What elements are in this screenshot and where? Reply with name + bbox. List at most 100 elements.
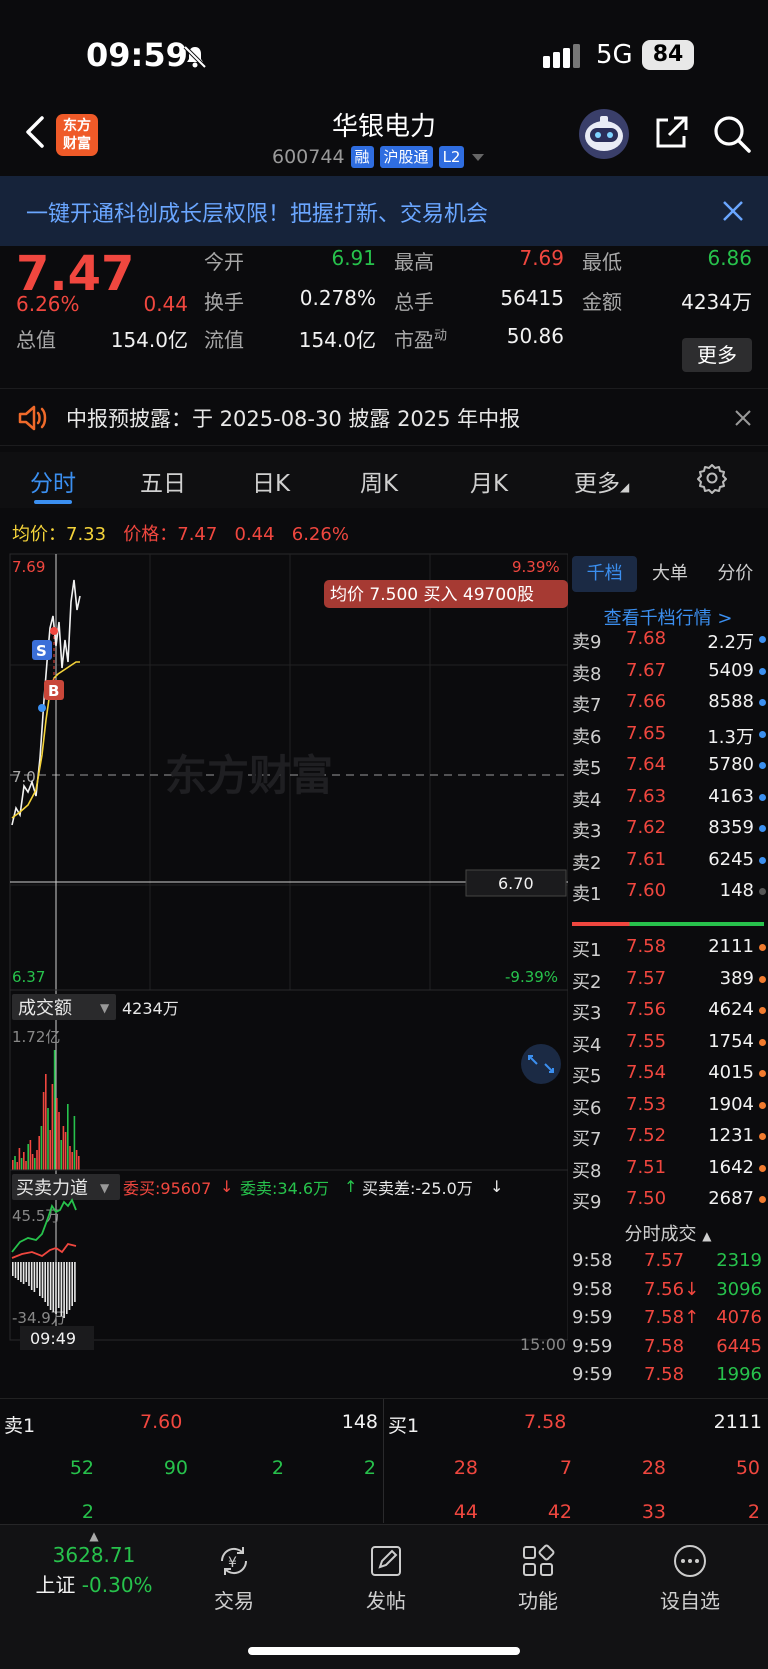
ask-row[interactable]: 卖4 7.63 4163 [572, 782, 768, 813]
close-icon[interactable] [734, 409, 752, 427]
price-line [11, 579, 81, 826]
force-bar [49, 1262, 52, 1310]
intraday-chart[interactable]: 东方财富 7.69 9.39% 7.0 6.37 -9.39% 6.70 S B… [0, 550, 568, 1390]
buy-marker-label: B [48, 682, 59, 700]
level-label: 卖6 [572, 726, 602, 748]
level-price: 7.62 [626, 817, 667, 838]
tick-price: 7.57 [644, 1250, 685, 1271]
report-notice[interactable]: 中报预披露：于 2025-08-30 披露 2025 年中报 [0, 388, 768, 446]
ask-row[interactable]: 卖1 7.60 148 [572, 876, 768, 907]
tab-five-day[interactable]: 五日 [140, 464, 186, 498]
tick-row: 9:58 7.57 2319 [572, 1248, 768, 1278]
float-cap-label: 流值 [204, 328, 244, 352]
close-icon[interactable] [720, 198, 746, 224]
ask1-price: 7.60 [140, 1411, 183, 1433]
bid-row[interactable]: 买5 7.54 4015 [572, 1058, 768, 1089]
volume-bar [51, 1084, 54, 1170]
level-volume: 2.2万 [707, 632, 754, 653]
force-max-label: 45.5万 [12, 1207, 60, 1225]
nav-post[interactable]: 发帖 [336, 1543, 436, 1614]
volume-bar [45, 1074, 47, 1170]
status-bar: 09:59 5G 84 [0, 0, 768, 100]
bid-row[interactable]: 买3 7.56 4624 [572, 995, 768, 1026]
volume-label: 成交额 [18, 998, 72, 1019]
volume-value: 4234万 [122, 999, 179, 1018]
price-value: 7.47 [177, 524, 218, 545]
bid-row[interactable]: 买7 7.52 1231 [572, 1121, 768, 1152]
open-label: 今开 [204, 250, 244, 274]
bid-queue-item: 2 [747, 1501, 760, 1523]
index-ticker[interactable]: ▲ 3628.71 上证 -0.30% [24, 1529, 164, 1598]
level-price: 7.66 [626, 691, 667, 712]
tag-level2: L2 [438, 146, 465, 168]
tick-row: 9:59 7.58↑ 4076 [572, 1305, 768, 1335]
tick-volume: 4076 [716, 1307, 762, 1328]
ask-row[interactable]: 卖7 7.66 8588 [572, 687, 768, 718]
divider [383, 1399, 384, 1523]
tab-big-order[interactable]: 大单 [637, 556, 702, 592]
level-volume: 2111 [708, 936, 754, 957]
index-caret-icon: ▲ [89, 1529, 99, 1543]
bid-row[interactable]: 买8 7.51 1642 [572, 1153, 768, 1184]
battery-icon: 84 [642, 40, 694, 70]
promo-banner[interactable]: 一键开通科创成长层权限！把握打新、交易机会 [0, 176, 768, 246]
nav-functions[interactable]: 功能 [488, 1543, 588, 1614]
bid-queue-item: 7 [559, 1457, 572, 1479]
more-button[interactable]: 更多 [682, 338, 752, 372]
tab-monthly-k[interactable]: 月K [470, 464, 508, 498]
ask-row[interactable]: 卖8 7.67 5409 [572, 656, 768, 687]
tab-more[interactable]: 更多◢ [574, 464, 629, 498]
volume-bar [42, 1092, 45, 1170]
home-indicator [248, 1647, 520, 1655]
ticks-title[interactable]: 分时成交 ▲ [568, 1220, 768, 1246]
ask-queue-item: 2 [363, 1457, 376, 1479]
bid-row[interactable]: 买1 7.58 2111 [572, 932, 768, 963]
level-volume: 1754 [708, 1030, 754, 1052]
tab-daily-k[interactable]: 日K [252, 464, 290, 498]
stock-code-row[interactable]: 600744 融 沪股通 L2 [272, 146, 486, 168]
buy-point [38, 704, 46, 712]
nav-trade[interactable]: ¥ 交易 [184, 1543, 284, 1614]
ask-row[interactable]: 卖5 7.64 5780 [572, 750, 768, 781]
level-price: 7.65 [626, 722, 667, 744]
gear-icon[interactable] [696, 462, 728, 494]
ask1-label: 卖1 [4, 1415, 36, 1437]
bid-row[interactable]: 买6 7.53 1904 [572, 1090, 768, 1121]
volume-caret-icon: ▼ [100, 1001, 110, 1015]
nav-watchlist[interactable]: 设自选 [640, 1543, 740, 1614]
ask-row[interactable]: 卖3 7.62 8359 [572, 813, 768, 844]
level-label: 卖3 [572, 821, 602, 842]
tab-thousand-level[interactable]: 千档 [572, 556, 638, 592]
volume-bar [34, 1158, 36, 1170]
robot-assistant-icon[interactable] [578, 108, 630, 160]
speaker-icon [18, 405, 47, 431]
volume-bar [14, 1156, 16, 1170]
bid-row[interactable]: 买2 7.57 389 [572, 964, 768, 995]
bid-row[interactable]: 买9 7.50 2687 [572, 1184, 768, 1215]
tab-price-split[interactable]: 分价 [703, 556, 768, 592]
force-bar [33, 1262, 36, 1292]
tab-intraday[interactable]: 分时 [30, 464, 76, 498]
bid-ask-strip: 卖1 7.60 148 买1 7.58 2111 52 90 2 2 2 28 … [0, 1398, 768, 1523]
bid-queue-item: 28 [641, 1457, 666, 1479]
tick-price: 7.58 [644, 1364, 685, 1385]
share-icon[interactable] [652, 114, 690, 152]
bid-queue-item: 50 [735, 1457, 760, 1479]
tick-row: 9:59 7.58 6445 [572, 1334, 768, 1364]
tab-weekly-k[interactable]: 周K [360, 464, 398, 498]
search-icon[interactable] [712, 114, 752, 154]
level-volume: 5409 [708, 659, 754, 681]
level-dot-icon [759, 1164, 766, 1172]
ask-row[interactable]: 卖6 7.65 1.3万 [572, 719, 768, 750]
level-price: 7.52 [626, 1125, 667, 1146]
grid-icon [523, 1544, 555, 1576]
volume-bar [71, 1152, 73, 1170]
ask-row[interactable]: 卖9 7.68 2.2万 [572, 624, 768, 655]
level-dot-icon [759, 636, 766, 643]
expand-button[interactable] [521, 1044, 561, 1084]
volume-bar [27, 1144, 29, 1170]
bid-row[interactable]: 买4 7.55 1754 [572, 1027, 768, 1058]
ask-row[interactable]: 卖2 7.61 6245 [572, 845, 768, 876]
bid-queue-item: 42 [547, 1501, 572, 1523]
force-bar [39, 1262, 41, 1296]
